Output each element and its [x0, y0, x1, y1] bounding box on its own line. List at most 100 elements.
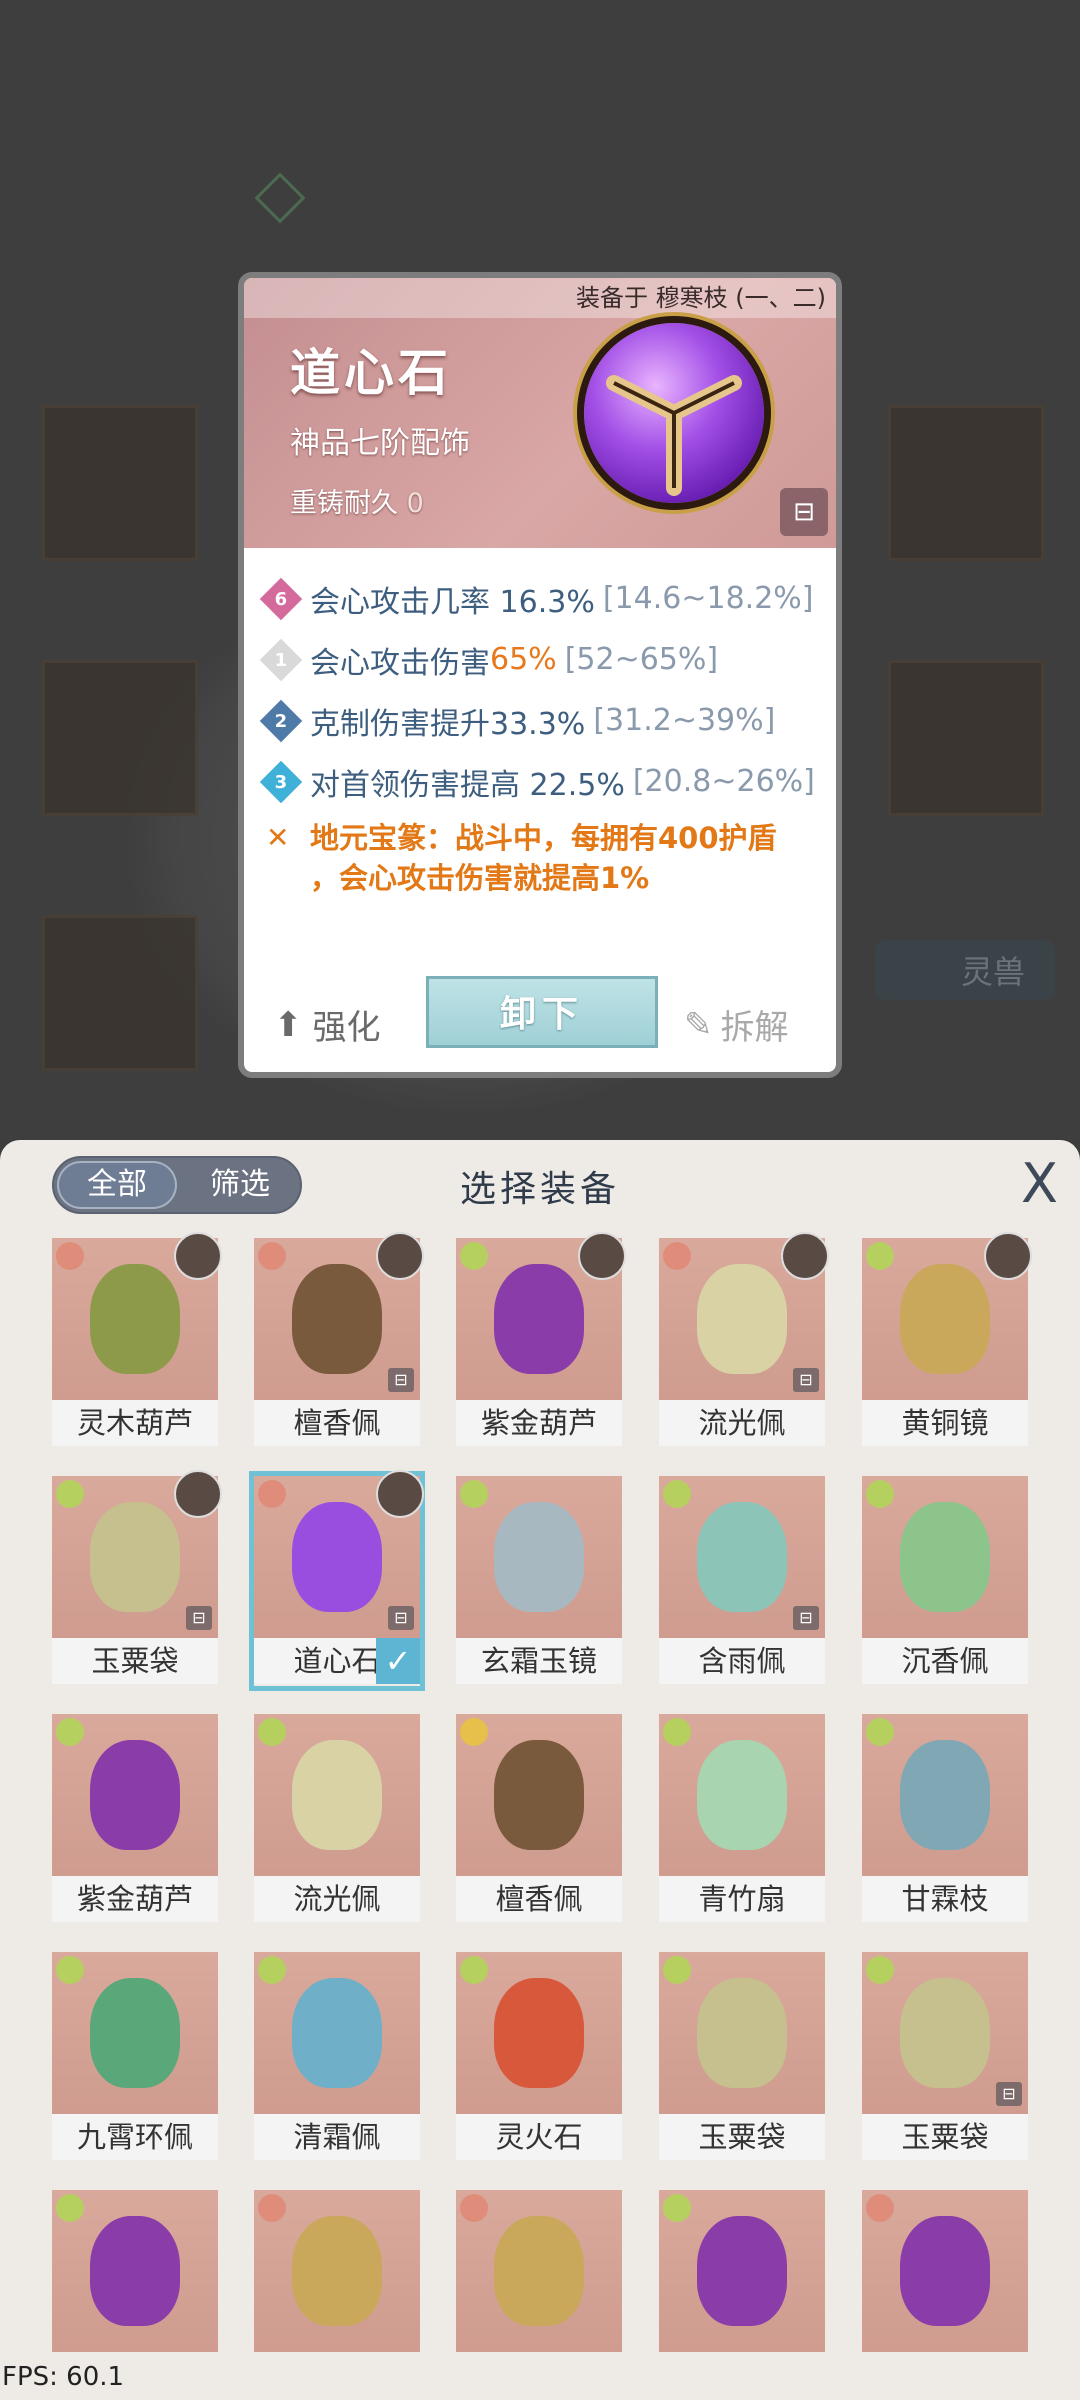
equipment-name: 玉粟袋	[659, 2114, 825, 2160]
equipment-tile[interactable]: ⊟ 道心石 ✓	[249, 1470, 425, 1691]
equipment-name: 清霜佩	[254, 2114, 420, 2160]
equipment-tile[interactable]: 玉粟袋	[659, 1952, 825, 2162]
element-icon	[56, 1718, 84, 1746]
equipment-tile[interactable]: 流光佩	[254, 1714, 420, 1924]
staff-icon	[254, 172, 306, 224]
equipment-icon	[900, 2216, 990, 2326]
equipment-tile[interactable]	[456, 2190, 622, 2400]
equipment-tile[interactable]: ⊟ 玉粟袋	[52, 1470, 222, 1686]
equipment-tile[interactable]: ⊟ 檀香佩	[254, 1232, 424, 1448]
unequip-button[interactable]: 卸下	[426, 976, 658, 1048]
close-icon[interactable]: X	[1021, 1152, 1058, 1215]
equipment-tile[interactable]: 玄霜玉镜	[456, 1476, 622, 1686]
equipment-icon	[900, 1264, 990, 1374]
up-arrow-icon: ⬆	[274, 1004, 303, 1045]
equipment-icon	[900, 1740, 990, 1850]
element-icon	[56, 1956, 84, 1984]
stat-text: 会心攻击几率 16.3%	[310, 584, 595, 620]
action-row: ⬆ 强化 卸下 ✎ 拆解	[244, 972, 836, 1072]
item-grade: 神品七阶配饰	[290, 426, 470, 461]
element-icon	[460, 1480, 488, 1508]
enhance-button[interactable]: ⬆ 强化	[274, 1000, 381, 1049]
equipment-icon	[292, 1978, 382, 2088]
selected-check-icon: ✓	[376, 1638, 420, 1684]
equipment-tile[interactable]: 黄铜镜	[862, 1232, 1032, 1448]
equipped-character-avatar	[781, 1232, 829, 1280]
stat-range: [52~65%]	[564, 642, 719, 677]
lock-icon[interactable]: ⊟	[780, 488, 828, 536]
equipment-icon	[90, 1502, 180, 1612]
spirit-beast-tab: 灵兽	[875, 940, 1055, 1000]
equipment-tile[interactable]: 青竹扇	[659, 1714, 825, 1924]
equipment-icon	[697, 1264, 787, 1374]
equipment-tile[interactable]: 紫金葫芦	[52, 1714, 218, 1924]
equipment-tile[interactable]	[862, 2190, 1028, 2400]
element-icon	[258, 1480, 286, 1508]
equipment-tile[interactable]: ⊟ 玉粟袋	[862, 1952, 1028, 2162]
stat-text: 克制伤害提升33.3%	[310, 706, 586, 742]
equipped-character-avatar	[174, 1232, 222, 1280]
dismantle-button[interactable]: ✎ 拆解	[684, 1000, 789, 1049]
element-icon	[663, 1718, 691, 1746]
stat-level-badge: 2	[259, 699, 303, 742]
lock-icon: ⊟	[793, 1606, 819, 1630]
equipment-tile[interactable]: ⊟ 流光佩	[659, 1232, 829, 1448]
equipment-name: 沉香佩	[862, 1638, 1028, 1684]
durability-label: 重铸耐久	[290, 488, 398, 519]
element-icon	[258, 1242, 286, 1270]
equipment-name: 檀香佩	[254, 1400, 420, 1446]
stat-level-badge: 1	[259, 638, 303, 681]
equipment-icon	[494, 1978, 584, 2088]
equipment-tile[interactable]: 檀香佩	[456, 1714, 622, 1924]
element-icon	[866, 2194, 894, 2222]
reforge-durability: 重铸耐久 0	[290, 481, 424, 520]
equipment-icon	[292, 1502, 382, 1612]
equipment-tile[interactable]: ⊟ 含雨佩	[659, 1476, 825, 1686]
stat-highlight-value: 65%	[490, 642, 557, 677]
dao-heart-stone-icon	[584, 323, 764, 503]
equipped-character-avatar	[174, 1470, 222, 1518]
equipment-tile[interactable]: 沉香佩	[862, 1476, 1028, 1686]
stat-level-badge: 3	[259, 760, 303, 803]
equipment-name: 甘霖枝	[862, 1876, 1028, 1922]
element-icon	[460, 2194, 488, 2222]
lock-icon: ⊟	[793, 1368, 819, 1392]
equipped-on-label: 装备于 穆寒枝 (一、二)	[244, 278, 836, 318]
equipment-name: 九霄环佩	[52, 2114, 218, 2160]
element-icon	[866, 1956, 894, 1984]
equipment-slot	[42, 405, 198, 561]
element-icon	[460, 1956, 488, 1984]
equipment-icon	[494, 1264, 584, 1374]
equipment-tile[interactable]: 紫金葫芦	[456, 1232, 626, 1448]
equipment-tile[interactable]: 灵火石	[456, 1952, 622, 2162]
element-icon	[258, 1956, 286, 1984]
element-icon	[258, 2194, 286, 2222]
equipment-name: 檀香佩	[456, 1876, 622, 1922]
equipment-name: 流光佩	[254, 1876, 420, 1922]
equipment-tile[interactable]: 九霄环佩	[52, 1952, 218, 2162]
dismantle-icon: ✎	[684, 1004, 713, 1045]
stat-range: [20.8~26%]	[632, 764, 815, 799]
equipment-tile[interactable]: 甘霖枝	[862, 1714, 1028, 1924]
special-effect: ✕ 地元宝篆：战斗中，每拥有400护盾 ，会心攻击伤害就提高1%	[266, 818, 836, 898]
stat-level-badge: 6	[259, 577, 303, 620]
special-effect-line: ，会心攻击伤害就提高1%	[310, 861, 650, 895]
equipment-tile[interactable]: 清霜佩	[254, 1952, 420, 2162]
equipment-tile[interactable]	[659, 2190, 825, 2400]
fps-counter: FPS: 60.1	[2, 2362, 125, 2392]
element-icon	[56, 1480, 84, 1508]
stat-range: [14.6~18.2%]	[602, 581, 814, 616]
lock-icon: ⊟	[996, 2082, 1022, 2106]
equipment-slot	[888, 405, 1044, 561]
element-icon	[663, 2194, 691, 2222]
equipment-tile[interactable]: 灵木葫芦	[52, 1232, 222, 1448]
equipment-name: 玄霜玉镜	[456, 1638, 622, 1684]
equipped-character-avatar	[376, 1232, 424, 1280]
equipment-icon	[292, 1740, 382, 1850]
equipment-icon	[900, 1978, 990, 2088]
equipment-icon	[697, 1502, 787, 1612]
lock-icon: ⊟	[388, 1606, 414, 1630]
equipment-tile[interactable]	[254, 2190, 420, 2400]
stat-text: 对首领伤害提高 22.5%	[310, 767, 625, 803]
element-icon	[663, 1956, 691, 1984]
